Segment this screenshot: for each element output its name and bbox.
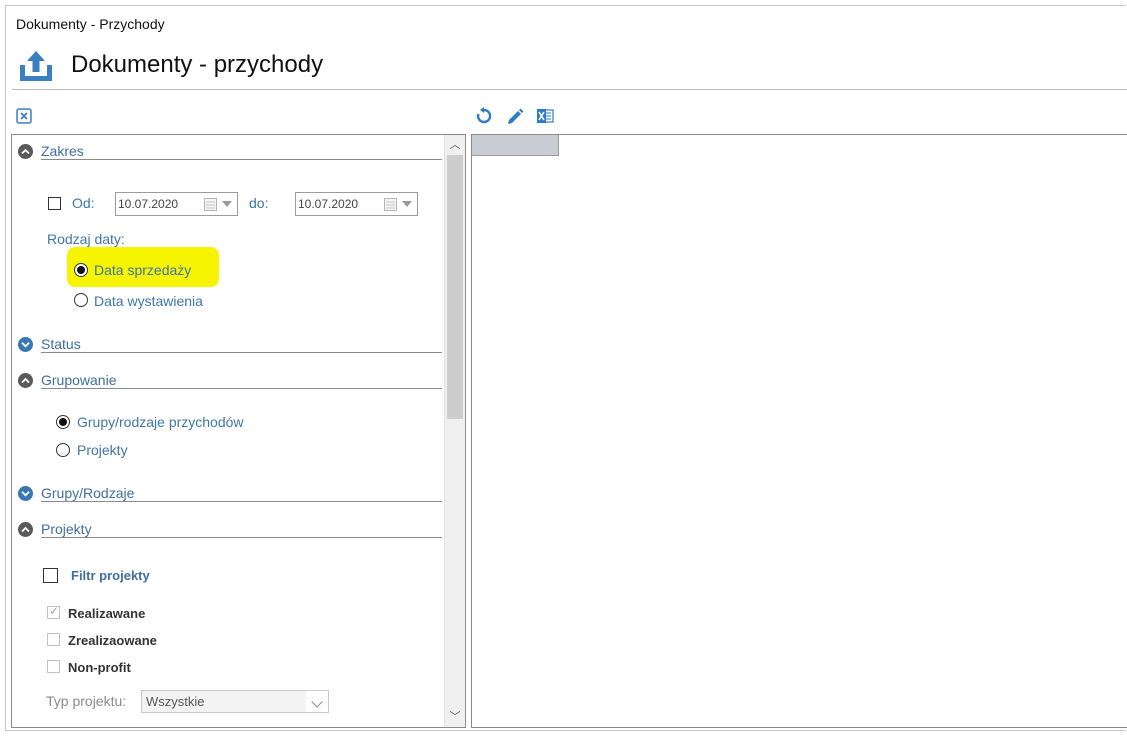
section-projekty[interactable]: Projekty [18,520,442,540]
header-divider [12,89,1127,90]
section-projekty-label: Projekty [41,521,96,537]
grid-header-cell[interactable] [472,135,559,156]
radio-data-wystawienia[interactable] [74,293,88,307]
section-status-label: Status [41,336,85,352]
expand-icon[interactable] [18,486,33,501]
filtr-projekty-label[interactable]: Filtr projekty [71,568,150,583]
radio-grupy-rodzaje[interactable] [56,415,70,429]
scroll-down-icon[interactable]: ﹀ [445,707,465,727]
od-label: Od: [72,195,95,211]
date-from-value: 10.07.2020 [118,197,179,211]
section-grupowanie[interactable]: Grupowanie [18,371,442,391]
date-from-field[interactable]: 10.07.2020 [115,192,238,216]
typ-projektu-value: Wszystkie [146,694,205,709]
results-grid[interactable] [471,134,1127,728]
date-to-field[interactable]: 10.07.2020 [295,192,418,216]
realizawane-label: Realizawane [68,606,146,621]
section-zakres[interactable]: Zakres [18,142,442,162]
radio-data-sprzedazy[interactable] [74,263,88,277]
radio-grupy-rodzaje-label[interactable]: Grupy/rodzaje przychodów [77,414,244,430]
radio-data-wystawienia-label[interactable]: Data wystawienia [94,293,203,309]
calendar-icon[interactable] [204,197,217,211]
chevron-down-icon[interactable] [311,696,323,708]
collapse-icon[interactable] [18,373,33,388]
collapse-icon[interactable] [18,144,33,159]
expand-icon[interactable] [18,337,33,352]
scroll-thumb[interactable] [447,155,463,419]
radio-projekty-label[interactable]: Projekty [77,442,128,458]
page-title: Dokumenty - przychody [71,51,324,78]
section-zakres-label: Zakres [41,143,88,159]
filtr-projekty-checkbox[interactable] [43,568,58,583]
rodzaj-daty-label: Rodzaj daty: [47,231,125,247]
filters-panel: Zakres Od: 10.07.2020 do: 10.07.2020 Rod… [11,134,466,728]
section-grupowanie-label: Grupowanie [41,372,121,388]
edit-icon[interactable] [506,107,524,125]
collapse-icon[interactable] [18,522,33,537]
scroll-up-icon[interactable]: ︿ [445,135,465,155]
radio-projekty[interactable] [56,443,70,457]
od-checkbox[interactable] [48,197,61,210]
section-grupy-rodzaje-label: Grupy/Rodzaje [41,485,139,501]
radio-data-sprzedazy-label[interactable]: Data sprzedaży [94,262,191,278]
section-grupy-rodzaje[interactable]: Grupy/Rodzaje [18,484,442,504]
vertical-scrollbar[interactable]: ︿ ﹀ [444,135,465,727]
calendar-icon[interactable] [384,197,397,211]
export-tray-icon [20,51,52,81]
close-panel-icon[interactable] [16,108,32,124]
section-status[interactable]: Status [18,335,442,355]
non-profit-checkbox[interactable] [47,660,60,673]
date-from-dropdown-arrow-icon[interactable] [222,201,232,207]
date-to-value: 10.07.2020 [298,197,359,211]
typ-projektu-select[interactable]: Wszystkie [141,690,329,713]
zrealizaowane-label: Zrealizaowane [68,633,157,648]
checkmark-icon: ✓ [49,604,60,618]
refresh-icon[interactable] [475,107,493,125]
realizawane-checkbox[interactable]: ✓ [47,604,60,619]
non-profit-label: Non-profit [68,660,131,675]
window-title: Dokumenty - Przychody [16,16,165,32]
excel-icon[interactable] [536,107,554,125]
date-to-dropdown-arrow-icon[interactable] [402,201,412,207]
zrealizaowane-checkbox[interactable] [47,633,60,646]
do-label: do: [249,195,269,211]
typ-projektu-label: Typ projektu: [46,693,127,709]
